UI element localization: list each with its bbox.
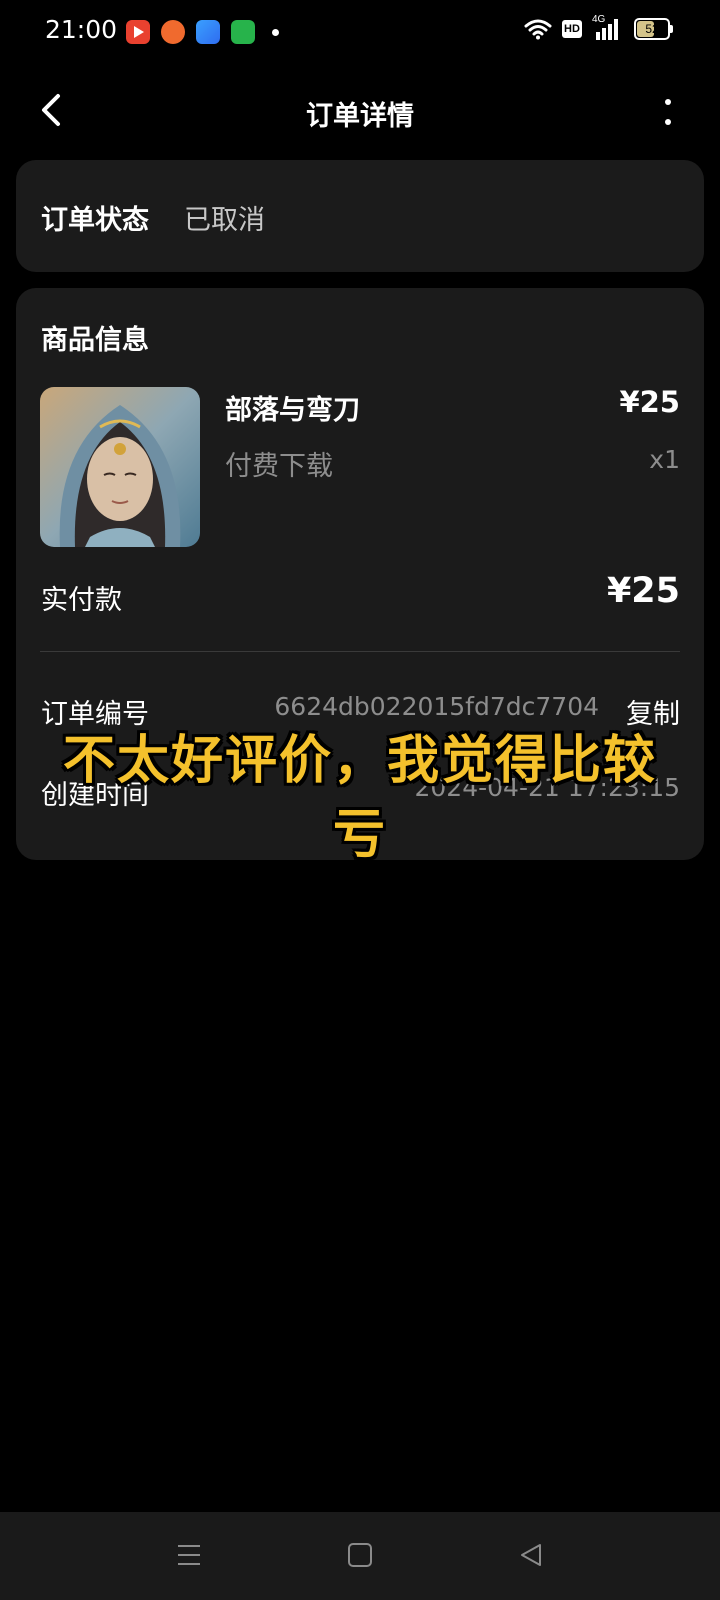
- product-quantity: x1: [649, 445, 680, 474]
- recent-apps-icon[interactable]: [176, 1542, 202, 1568]
- amount-paid-label: 实付款: [41, 585, 122, 616]
- app-bar: 订单详情: [0, 76, 720, 146]
- subtitle-caption: 不太好评价，我觉得比较亏: [62, 731, 657, 865]
- notification-icons: [126, 20, 279, 44]
- video-app-icon: [126, 20, 150, 44]
- system-icons: HD 4G 52: [524, 14, 673, 40]
- product-section-title: 商品信息: [41, 325, 149, 356]
- more-options-icon[interactable]: [658, 96, 678, 128]
- amount-paid-value: ¥25: [606, 571, 680, 611]
- product-thumbnail[interactable]: [40, 387, 200, 547]
- status-bar: 21:00 HD 4G 52: [0, 0, 720, 64]
- home-icon[interactable]: [347, 1542, 373, 1568]
- order-number-value: 6624db022015fd7dc7704: [274, 692, 599, 721]
- shopping-app-icon: [161, 20, 185, 44]
- order-status-card: 订单状态 已取消: [16, 160, 704, 272]
- hd-icon: HD: [562, 20, 582, 38]
- battery-level: 52: [645, 22, 659, 36]
- battery-icon: 52: [634, 18, 673, 40]
- status-time: 21:00: [45, 15, 118, 44]
- divider: [40, 651, 680, 652]
- more-notifications-icon: [272, 28, 279, 36]
- page-title: 订单详情: [306, 101, 414, 132]
- order-status-label: 订单状态: [41, 205, 149, 236]
- product-name: 部落与弯刀: [225, 395, 360, 426]
- wifi-icon: [524, 19, 552, 40]
- system-navigation-bar: [0, 1512, 720, 1600]
- product-price: ¥25: [619, 385, 680, 419]
- game-app-icon: [231, 20, 255, 44]
- browser-app-icon: [196, 20, 220, 44]
- order-status-value: 已取消: [184, 205, 265, 236]
- network-type: 4G: [592, 14, 606, 25]
- back-triangle-icon[interactable]: [518, 1542, 544, 1568]
- product-type: 付费下载: [225, 451, 333, 482]
- cellular-signal-icon: 4G: [592, 14, 618, 40]
